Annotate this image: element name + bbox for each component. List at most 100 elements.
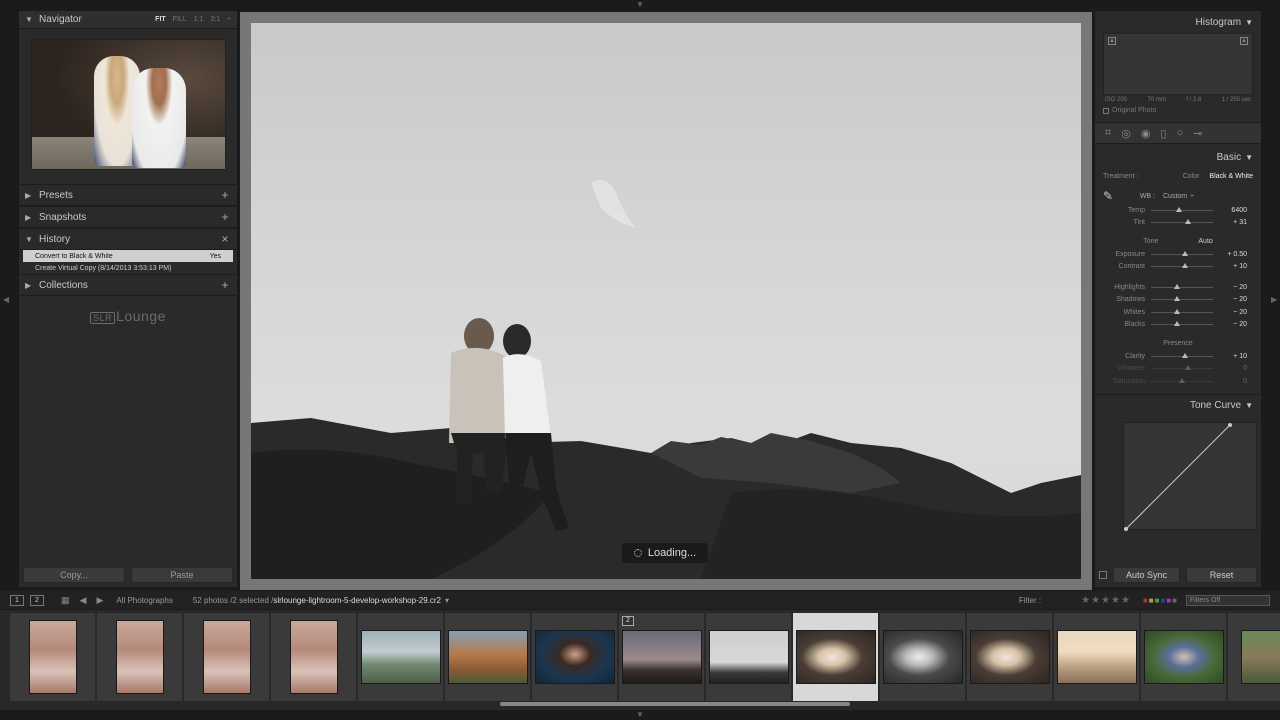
- filmstrip-thumb[interactable]: [10, 613, 96, 701]
- slider-value[interactable]: − 20: [1213, 284, 1247, 291]
- red-eye-icon[interactable]: ◉: [1141, 127, 1151, 140]
- adjustment-brush-icon[interactable]: ⊸: [1193, 127, 1202, 140]
- right-panel-toggle-icon[interactable]: ▶: [1271, 296, 1277, 304]
- zoom-fill-option[interactable]: FILL: [173, 16, 187, 23]
- slider-knob[interactable]: [1174, 321, 1181, 327]
- collections-section[interactable]: ▶ Collections +: [19, 274, 237, 296]
- slider-knob[interactable]: [1174, 296, 1181, 302]
- thumbnail-image[interactable]: [796, 630, 876, 684]
- slider-track[interactable]: [1151, 283, 1213, 289]
- filmstrip-scrollbar[interactable]: [500, 702, 850, 706]
- slider-track[interactable]: [1151, 377, 1213, 383]
- copy-button[interactable]: Copy...: [23, 567, 125, 583]
- thumbnail-image[interactable]: [970, 630, 1050, 684]
- slider-knob[interactable]: [1174, 283, 1181, 289]
- forward-arrow-icon[interactable]: ▶: [96, 595, 103, 606]
- slider-tint[interactable]: Tint + 31: [1095, 217, 1261, 230]
- clear-history-icon[interactable]: ×: [219, 232, 231, 246]
- treatment-color-option[interactable]: Color: [1183, 173, 1200, 180]
- expand-triangle-icon[interactable]: ▶: [25, 213, 33, 222]
- slider-value[interactable]: 0: [1213, 365, 1247, 372]
- treatment-bw-option[interactable]: Black & White: [1209, 173, 1253, 180]
- filmstrip-thumb[interactable]: [880, 613, 966, 701]
- zoom-3-1-option[interactable]: 3:1: [210, 16, 220, 23]
- main-photo[interactable]: [251, 23, 1081, 579]
- filmstrip-thumb[interactable]: [184, 613, 270, 701]
- top-panel-toggle-icon[interactable]: ▼: [636, 1, 644, 9]
- filmstrip-thumb[interactable]: [793, 613, 879, 701]
- slider-knob[interactable]: [1182, 352, 1189, 358]
- crop-tool-icon[interactable]: ⌗: [1105, 127, 1111, 140]
- filmstrip-thumb[interactable]: [1141, 613, 1227, 701]
- filmstrip-thumb[interactable]: [271, 613, 357, 701]
- thumbnail-image[interactable]: [116, 620, 164, 694]
- slider-track[interactable]: [1151, 250, 1213, 256]
- slider-value[interactable]: + 0.50: [1213, 251, 1247, 258]
- slider-knob[interactable]: [1175, 206, 1182, 212]
- slider-track[interactable]: [1151, 365, 1213, 371]
- rating-filter-stars[interactable]: ★★★★★: [1081, 595, 1131, 606]
- slider-knob[interactable]: [1174, 308, 1181, 314]
- graduated-filter-icon[interactable]: ▯: [1160, 127, 1166, 140]
- paste-button[interactable]: Paste: [131, 567, 233, 583]
- thumbnail-image[interactable]: [1057, 630, 1137, 684]
- wb-dropdown-icon[interactable]: ÷: [1190, 193, 1194, 200]
- stack-count-badge[interactable]: 2: [622, 616, 634, 626]
- radial-filter-icon[interactable]: ○: [1176, 127, 1183, 139]
- snapshots-section[interactable]: ▶ Snapshots +: [19, 206, 237, 228]
- filmstrip-thumb[interactable]: 2: [619, 613, 705, 701]
- expand-triangle-icon[interactable]: ▶: [25, 191, 33, 200]
- filter-preset-select[interactable]: Filters Off: [1186, 594, 1270, 606]
- add-preset-icon[interactable]: +: [219, 188, 231, 202]
- tone-curve-graph[interactable]: [1123, 421, 1257, 531]
- thumbnail-image[interactable]: [203, 620, 251, 694]
- slider-blacks[interactable]: Blacks − 20: [1095, 319, 1261, 332]
- presets-section[interactable]: ▶ Presets +: [19, 184, 237, 206]
- collapse-triangle-icon[interactable]: ▼: [1245, 18, 1253, 27]
- collapse-triangle-icon[interactable]: ▼: [1245, 401, 1253, 410]
- zoom-1-1-option[interactable]: 1:1: [194, 16, 204, 23]
- basic-header[interactable]: Basic ▼: [1095, 146, 1261, 168]
- thumbnail-image[interactable]: [535, 630, 615, 684]
- collapse-triangle-icon[interactable]: ▼: [1245, 153, 1253, 162]
- add-collection-icon[interactable]: +: [219, 278, 231, 292]
- left-panel-toggle-icon[interactable]: ◀: [3, 296, 9, 304]
- slider-knob[interactable]: [1185, 219, 1192, 225]
- filename-dropdown-icon[interactable]: ▾: [445, 596, 449, 605]
- tone-curve-header[interactable]: Tone Curve ▼: [1095, 393, 1261, 416]
- thumbnail-image[interactable]: [1241, 630, 1280, 684]
- navigator-preview[interactable]: [31, 39, 226, 170]
- shadow-clipping-icon[interactable]: ▲: [1108, 37, 1116, 45]
- slider-clarity[interactable]: Clarity + 10: [1095, 350, 1261, 363]
- slider-track[interactable]: [1151, 219, 1213, 225]
- navigator-header[interactable]: ▼ Navigator FIT FILL 1:1 3:1 ÷: [19, 11, 237, 29]
- slider-track[interactable]: [1151, 263, 1213, 269]
- thumbnail-image[interactable]: [448, 630, 528, 684]
- filename-label[interactable]: slrlounge-lightroom-5-develop-workshop-2…: [273, 596, 441, 605]
- slider-value[interactable]: 6400: [1213, 207, 1247, 214]
- thumbnail-image[interactable]: [1144, 630, 1224, 684]
- thumbnail-image[interactable]: [290, 620, 338, 694]
- filmstrip-thumb[interactable]: [967, 613, 1053, 701]
- reset-button[interactable]: Reset: [1186, 567, 1258, 583]
- filmstrip-thumb[interactable]: [706, 613, 792, 701]
- slider-value[interactable]: + 31: [1213, 219, 1247, 226]
- spot-removal-icon[interactable]: ◎: [1121, 127, 1131, 140]
- slider-vibrance[interactable]: Vibrance 0: [1095, 363, 1261, 376]
- histogram-header[interactable]: Histogram ▼: [1095, 11, 1261, 33]
- primary-window-button[interactable]: 1: [10, 594, 24, 606]
- back-arrow-icon[interactable]: ◀: [80, 595, 87, 606]
- history-section[interactable]: ▼ History ×: [19, 228, 237, 250]
- add-snapshot-icon[interactable]: +: [219, 210, 231, 224]
- slider-value[interactable]: − 20: [1213, 309, 1247, 316]
- source-label[interactable]: All Photographs: [116, 596, 172, 605]
- secondary-window-button[interactable]: 2: [30, 594, 44, 606]
- collapse-triangle-icon[interactable]: ▼: [25, 235, 33, 244]
- slider-track[interactable]: [1151, 296, 1213, 302]
- slider-value[interactable]: − 20: [1213, 296, 1247, 303]
- filmstrip-thumb[interactable]: [97, 613, 183, 701]
- filmstrip-thumb[interactable]: [445, 613, 531, 701]
- filmstrip-thumb[interactable]: [1054, 613, 1140, 701]
- slider-exposure[interactable]: Exposure + 0.50: [1095, 248, 1261, 261]
- original-photo-toggle[interactable]: Original Photo: [1095, 105, 1261, 116]
